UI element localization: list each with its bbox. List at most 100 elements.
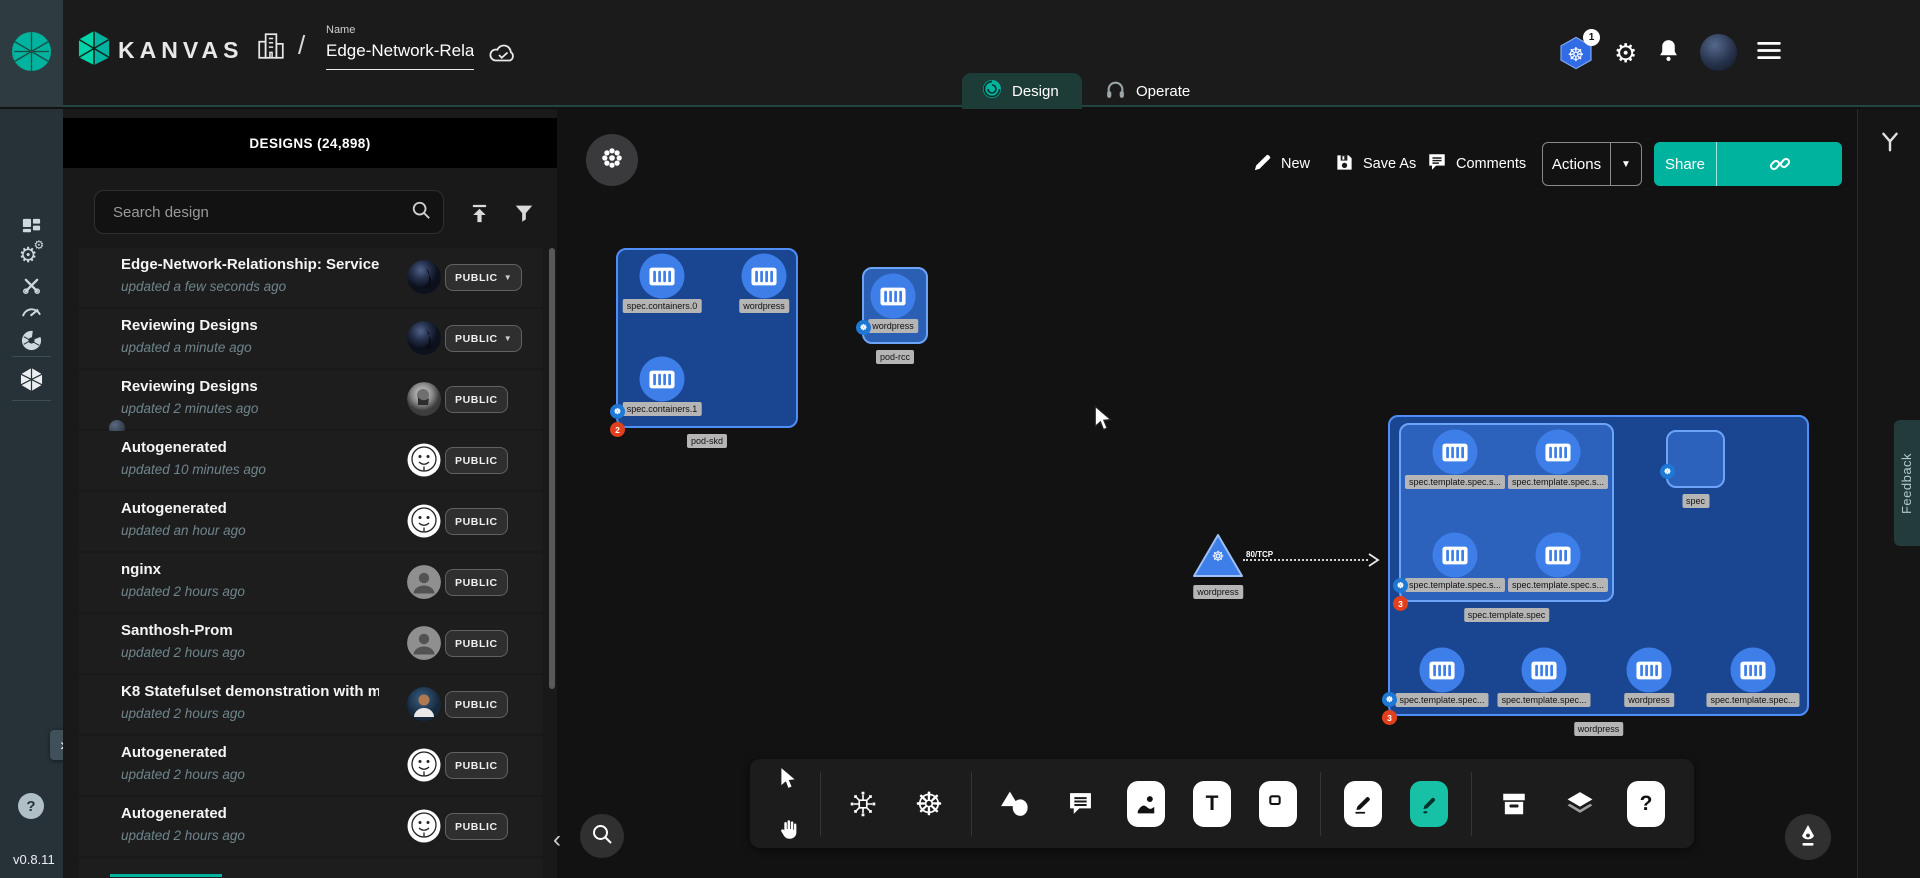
chevron-down-icon[interactable]: ▼	[1611, 159, 1641, 170]
pan-icon[interactable]	[768, 810, 808, 849]
help-icon[interactable]: ?	[1626, 780, 1666, 828]
copy-link-icon[interactable]	[1717, 153, 1842, 175]
pen-nib-button[interactable]	[1785, 814, 1831, 860]
container-node[interactable]	[870, 273, 916, 319]
design-search-box	[94, 190, 444, 234]
canvas-view-toggle-button[interactable]	[586, 134, 638, 186]
k8s-resource-badge: ☸	[1382, 692, 1397, 707]
rail-divider	[12, 400, 51, 401]
design-visibility-chip[interactable]: PUBLIC▼	[445, 325, 522, 352]
comments-button[interactable]: Comments	[1427, 150, 1526, 178]
pen-icon[interactable]	[1343, 780, 1383, 828]
top-bar: KANVAS / Name Edge-Network-Relatio ☸ 1 ⚙	[0, 0, 1920, 107]
design-visibility-chip[interactable]: PUBLIC	[445, 630, 508, 657]
chevron-down-icon: ▼	[504, 273, 513, 282]
zoom-button[interactable]	[580, 814, 624, 858]
design-list-item[interactable]: Reviewing Designsupdated a minute agoPUB…	[79, 309, 543, 368]
k8s-resource-badge: ☸	[856, 320, 871, 335]
design-visibility-chip[interactable]: PUBLIC▼	[445, 264, 522, 291]
lifecycle-gears-icon[interactable]: ⚙⚙	[0, 245, 63, 266]
notifications-bell-icon[interactable]	[1657, 38, 1680, 67]
organization-icon[interactable]	[256, 30, 286, 67]
container-node[interactable]	[1432, 429, 1478, 475]
kubernetes-library-icon[interactable]: ☸	[909, 780, 949, 828]
pen-nib-icon	[1796, 823, 1820, 852]
design-updated: updated 2 hours ago	[121, 706, 245, 721]
loading-progress-strip	[110, 874, 222, 877]
mesh-adapter-icon[interactable]	[0, 329, 63, 352]
design-list-item[interactable]: Autogeneratedupdated 2 hours agoPUBLIC	[79, 797, 543, 856]
marker-icon[interactable]	[1409, 780, 1449, 828]
upload-design-icon[interactable]	[464, 198, 494, 228]
container-node[interactable]	[1521, 647, 1567, 693]
kanvas-circle-logo-icon	[11, 31, 52, 77]
container-node[interactable]	[741, 253, 787, 299]
tab-design[interactable]: Design	[962, 73, 1082, 109]
container-node[interactable]	[1626, 647, 1672, 693]
shapes-library-icon[interactable]	[843, 780, 883, 828]
design-visibility-chip[interactable]: PUBLIC	[445, 752, 508, 779]
list-scrollbar[interactable]	[549, 248, 555, 689]
kanvas-hexagon-icon[interactable]	[0, 367, 63, 392]
design-visibility-chip[interactable]: PUBLIC	[445, 569, 508, 596]
help-button[interactable]: ?	[18, 793, 44, 819]
design-visibility-chip[interactable]: PUBLIC	[445, 508, 508, 535]
design-tab-icon	[982, 79, 1002, 103]
share-button[interactable]: Share	[1654, 142, 1842, 186]
design-list-item[interactable]: Santhosh-Promupdated 2 hours agoPUBLIC	[79, 614, 543, 673]
design-list-item[interactable]: Reviewing Designsupdated 2 minutes agoPU…	[79, 370, 543, 429]
design-list-item[interactable]: nginxupdated 2 hours agoPUBLIC	[79, 553, 543, 612]
dashboard-icon[interactable]	[0, 217, 63, 238]
design-list-item[interactable]: Autogeneratedupdated an hour agoPUBLIC	[79, 492, 543, 551]
toolkit-icon[interactable]	[0, 275, 63, 296]
container-node[interactable]	[1419, 647, 1465, 693]
design-list-item[interactable]: Autogeneratedupdated 10 minutes agoPUBLI…	[79, 431, 543, 490]
drawer-icon[interactable]	[1494, 780, 1534, 828]
hamburger-menu-icon[interactable]	[1757, 42, 1781, 64]
design-list-item[interactable]: K8 Statefulset demonstration with moupda…	[79, 675, 543, 734]
design-visibility-chip[interactable]: PUBLIC	[445, 386, 508, 413]
container-node[interactable]	[639, 253, 685, 299]
sidebar-logo-button[interactable]	[0, 0, 63, 107]
shapes-icon[interactable]	[994, 780, 1034, 828]
performance-gauge-icon[interactable]	[0, 302, 63, 319]
design-visibility-chip[interactable]: PUBLIC	[445, 813, 508, 840]
kubernetes-wheel-icon: ☸	[1191, 548, 1245, 565]
container-node[interactable]	[1535, 429, 1581, 475]
flask-y-icon[interactable]	[1879, 131, 1901, 158]
k8s-group-spec[interactable]	[1666, 430, 1725, 488]
design-name-field[interactable]: Name Edge-Network-Relatio	[326, 24, 474, 70]
kubernetes-context-button[interactable]: ☸ 1	[1558, 35, 1594, 71]
feedback-tab[interactable]: Feedback	[1894, 420, 1920, 546]
media-icon[interactable]	[1126, 780, 1166, 828]
design-list-item[interactable]: Edge-Network-Relationship: Serviceupdate…	[79, 248, 543, 307]
text-icon[interactable]: T	[1192, 780, 1232, 828]
design-search-input[interactable]	[111, 203, 411, 222]
collapse-panel-chevron[interactable]: ‹	[553, 826, 561, 854]
frame-icon[interactable]	[1258, 780, 1298, 828]
container-node[interactable]	[1730, 647, 1776, 693]
container-label-chip: wordpress	[1624, 693, 1674, 707]
comments-icon	[1427, 152, 1447, 176]
save-as-button[interactable]: Save As	[1335, 150, 1416, 178]
select-icon[interactable]	[768, 759, 808, 798]
filter-icon[interactable]	[509, 198, 539, 228]
new-design-button[interactable]: New	[1253, 150, 1310, 178]
actions-button[interactable]: Actions ▼	[1542, 142, 1642, 186]
edge-line[interactable]	[1243, 559, 1368, 561]
container-node[interactable]	[1432, 532, 1478, 578]
design-list-item[interactable]: Autogeneratedupdated 2 hours agoPUBLIC	[79, 736, 543, 795]
layers-icon[interactable]	[1560, 780, 1600, 828]
design-name: Reviewing Designs	[121, 378, 379, 395]
comment-icon[interactable]	[1060, 780, 1100, 828]
kanvas-brand[interactable]: KANVAS	[78, 30, 243, 71]
design-visibility-chip[interactable]: PUBLIC	[445, 447, 508, 474]
container-node[interactable]	[1535, 532, 1581, 578]
design-visibility-chip[interactable]: PUBLIC	[445, 691, 508, 718]
tab-operate[interactable]: Operate	[1085, 73, 1215, 109]
service-triangle-node[interactable]: ☸	[1191, 532, 1245, 580]
settings-gear-icon[interactable]: ⚙	[1614, 40, 1637, 66]
user-avatar[interactable]	[1700, 34, 1737, 71]
container-node[interactable]	[639, 356, 685, 402]
operate-tab-icon	[1105, 79, 1126, 104]
